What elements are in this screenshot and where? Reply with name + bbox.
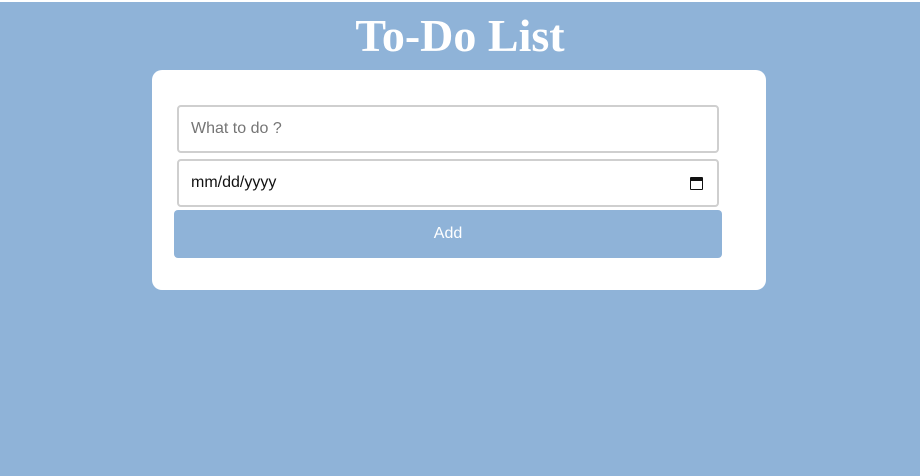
- top-border: [0, 0, 920, 2]
- task-input[interactable]: [191, 107, 705, 151]
- date-input[interactable]: mm/dd/yyyy: [177, 159, 719, 207]
- date-value: mm/dd/yyyy: [191, 174, 277, 191]
- add-button[interactable]: Add: [174, 210, 722, 258]
- task-input-wrapper: [177, 105, 719, 153]
- calendar-icon[interactable]: [690, 176, 703, 190]
- todo-card: mm/dd/yyyy Add: [152, 70, 766, 290]
- page-title: To-Do List: [355, 10, 565, 61]
